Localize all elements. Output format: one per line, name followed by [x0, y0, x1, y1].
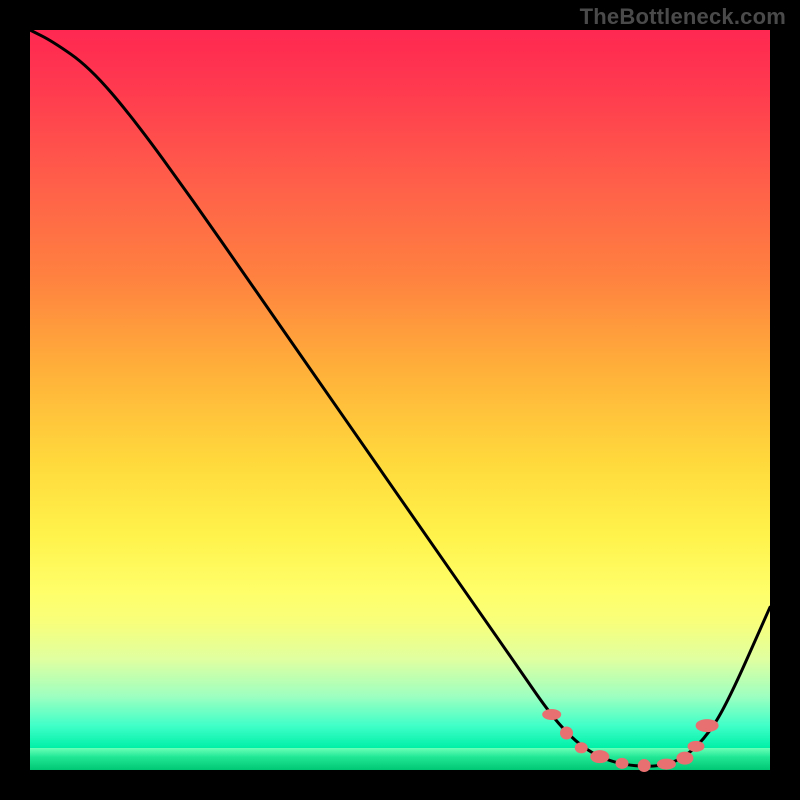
marker-dot	[638, 760, 650, 772]
marker-dot	[575, 743, 587, 753]
marker-dot	[591, 751, 609, 763]
marker-dot	[657, 759, 675, 769]
marker-dot	[543, 710, 561, 720]
sweet-spot-markers	[543, 710, 718, 772]
bottleneck-curve	[30, 30, 770, 766]
marker-dot	[561, 727, 573, 739]
plot-svg	[30, 30, 770, 770]
marker-dot	[696, 720, 718, 732]
chart-frame: TheBottleneck.com	[0, 0, 800, 800]
marker-dot	[688, 741, 704, 751]
marker-dot	[616, 758, 628, 768]
marker-dot	[677, 752, 693, 764]
watermark-text: TheBottleneck.com	[580, 4, 786, 30]
